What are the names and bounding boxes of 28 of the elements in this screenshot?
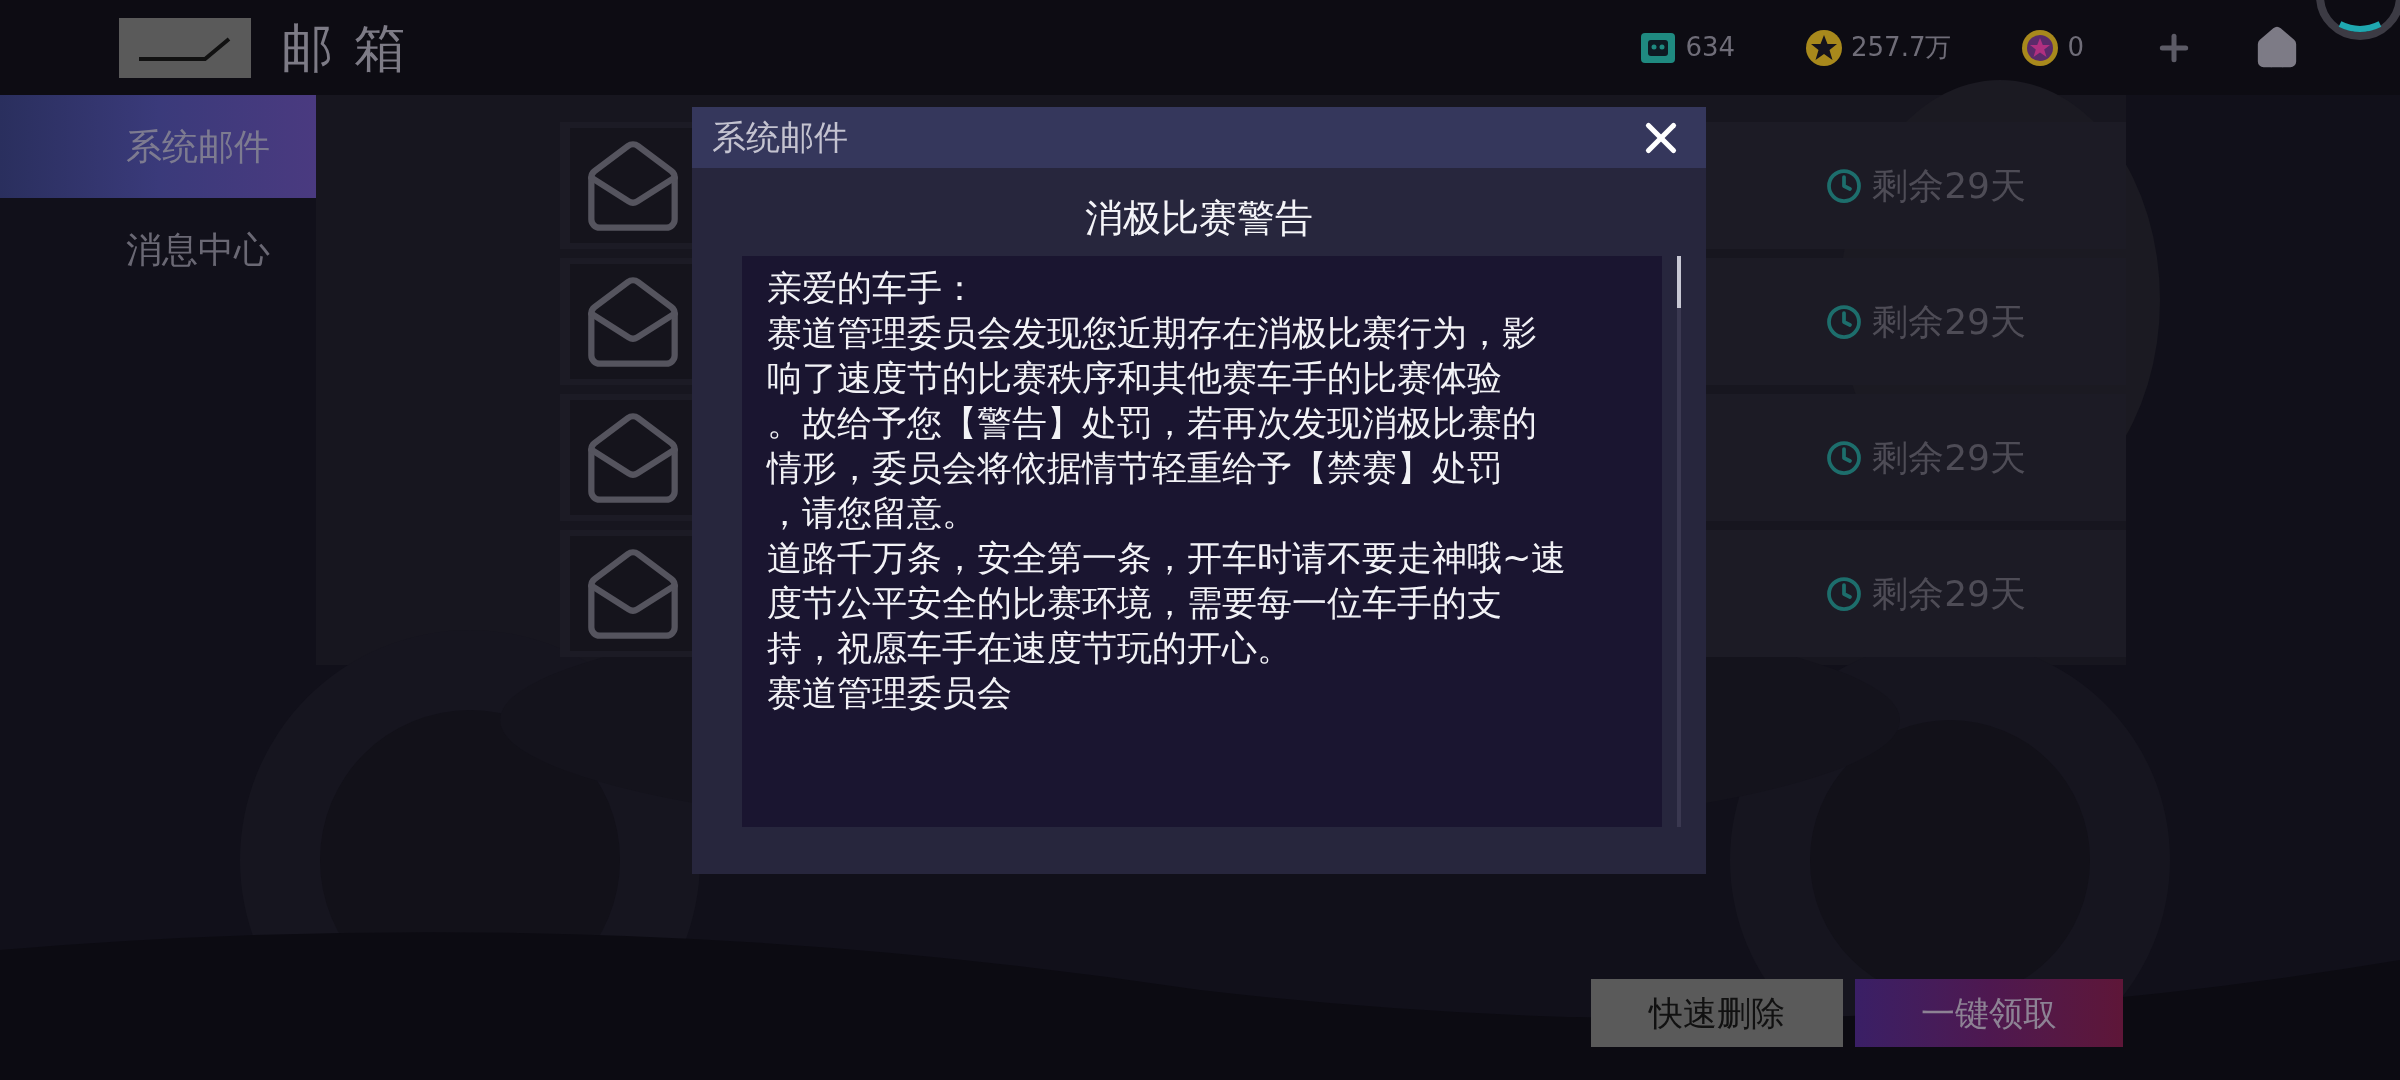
sidebar-tab[interactable]: 消息中心: [0, 198, 316, 301]
clock-icon: [1826, 575, 1863, 612]
message-line: 赛道管理委员会: [767, 672, 1013, 715]
message-line: 亲爱的车手：: [767, 267, 978, 310]
star-medal-icon: [2021, 28, 2060, 67]
ticket-icon: [1639, 30, 1678, 65]
currency-amount: 257.7万: [1851, 31, 1952, 64]
dialog-header: 系统邮件: [712, 116, 848, 159]
star-coin-icon: [1805, 28, 1843, 67]
clock-icon: [1826, 303, 1863, 340]
back-button[interactable]: [119, 17, 251, 78]
claim-all-button[interactable]: 一键领取: [1855, 979, 2123, 1047]
message-line: 情形，委员会将依据情节轻重给予【禁赛】处罚: [767, 447, 1503, 490]
message-line: 。故给予您【警告】处罚，若再次发现消极比赛的: [767, 402, 1538, 445]
currency-amount: 634: [1685, 31, 1735, 64]
message-line: ，请您留意。: [767, 492, 978, 535]
clock-icon: [1826, 439, 1863, 476]
currency-amount: 0: [2067, 31, 2084, 64]
message-line: 响了速度节的比赛秩序和其他赛车手的比赛体验: [767, 357, 1503, 400]
dialog-title: 消极比赛警告: [1084, 195, 1314, 242]
message-line: 赛道管理委员会发现您近期存在消极比赛行为，影: [767, 312, 1538, 355]
sidebar-tab[interactable]: 系统邮件: [0, 95, 316, 198]
message-line: 道路千万条，安全第一条，开车时请不要走神哦~速: [767, 537, 1568, 580]
clock-icon: [1826, 167, 1863, 204]
message-line: 持，祝愿车手在速度节玩的开心。: [767, 627, 1293, 670]
page-title: 邮箱: [281, 16, 427, 80]
quick-delete-button[interactable]: 快速删除: [1591, 979, 1843, 1047]
message-line: 度节公平安全的比赛环境，需要每一位车手的支: [767, 582, 1503, 625]
